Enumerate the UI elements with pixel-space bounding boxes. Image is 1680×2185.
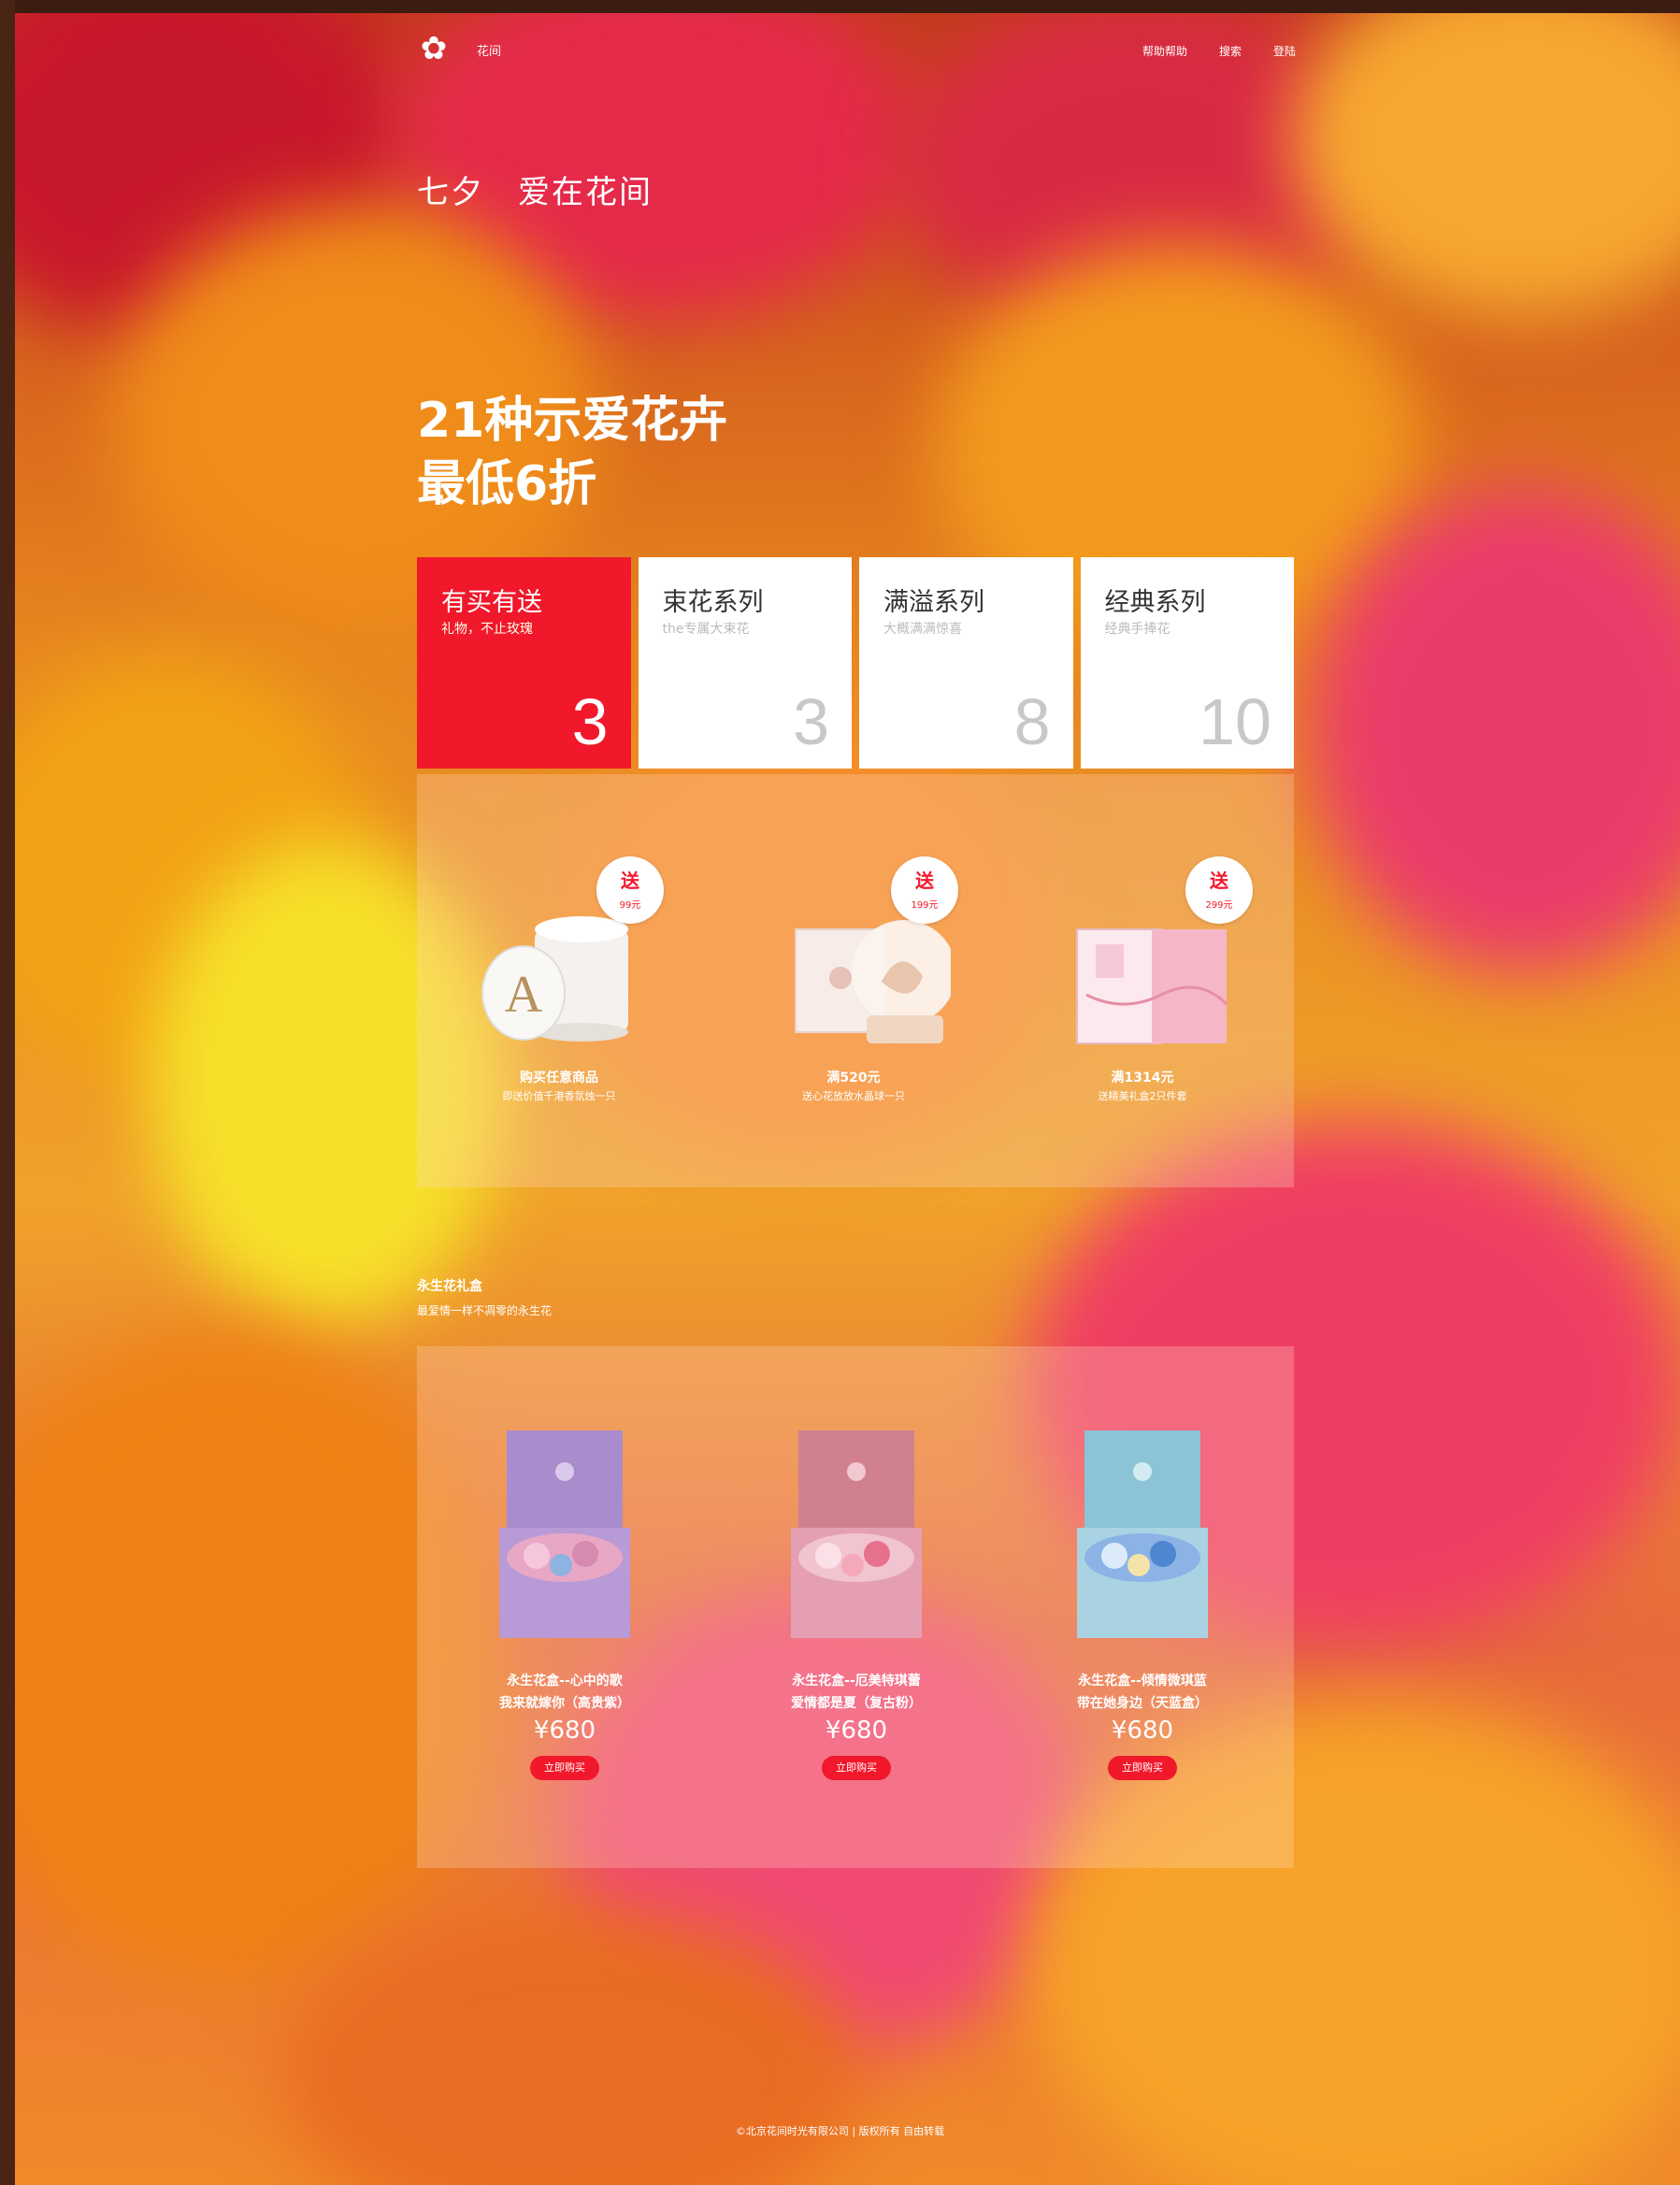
tab-title: 满溢系列 — [883, 588, 984, 617]
nav-help-link[interactable]: 帮助帮助 — [1142, 43, 1187, 59]
top-nav: 帮助帮助 搜索 登陆 — [1142, 43, 1296, 59]
tab-desc: 礼物，不止玫瑰 — [441, 622, 533, 637]
gift-item[interactable]: 送 299元 满1314元 送精美礼盒2只件套 — [1021, 851, 1264, 1150]
tab-count: 8 — [1013, 685, 1051, 758]
product-name: 永生花盒--厄美特琪蕾 爱情都是夏（复古粉） — [725, 1670, 987, 1715]
product-name: 永生花盒--倾情微琪蓝 带在她身边（天蓝盒） — [1012, 1670, 1273, 1715]
badge-label: 送 — [915, 870, 934, 892]
badge-label: 送 — [1210, 870, 1228, 892]
tab-desc: 经典手捧花 — [1104, 622, 1170, 637]
tab-title: 经典系列 — [1104, 588, 1206, 617]
blue-flower-box-image — [1077, 1430, 1208, 1638]
tab-classic-series[interactable]: 经典系列 经典手捧花 10 — [1080, 557, 1294, 769]
brand-name[interactable]: 花间 — [477, 41, 501, 59]
tab-overflow-series[interactable]: 满溢系列 大概满满惊喜 8 — [859, 557, 1073, 769]
gift-panel: A 送 99元 购买任意商品 即送价值千港香氛烛一只 送 199元 满520元 … — [417, 774, 1294, 1187]
badge-price: 199元 — [911, 900, 939, 911]
tab-count: 10 — [1199, 685, 1271, 758]
tab-desc: the专属大束花 — [662, 622, 750, 637]
tab-title: 有买有送 — [441, 588, 542, 617]
product-name-line-2: 爱情都是夏（复古粉） — [791, 1696, 922, 1711]
product-price: ¥680 — [825, 1717, 888, 1745]
badge-price: 99元 — [619, 900, 641, 911]
product-card[interactable]: 永生花盒--倾情微琪蓝 带在她身边（天蓝盒） ¥680 立即购买 — [1012, 1425, 1273, 1799]
eternal-flower-panel: 永生花盒--心中的歌 我来就嫁你（高贵紫） ¥680 立即购买 永生花盒--厄美… — [417, 1346, 1294, 1868]
buy-now-button[interactable]: 立即购买 — [530, 1756, 599, 1780]
product-name-line-1: 永生花盒--心中的歌 — [507, 1674, 623, 1689]
category-tabs: 有买有送 礼物，不止玫瑰 3 束花系列 the专属大束花 3 满溢系列 大概满满… — [417, 557, 1294, 769]
pink-flower-box-image — [791, 1430, 922, 1638]
product-card[interactable]: 永生花盒--心中的歌 我来就嫁你（高贵紫） ¥680 立即购买 — [434, 1425, 696, 1799]
section-title: 永生花礼盒 — [417, 1279, 482, 1294]
nav-login-link[interactable]: 登陆 — [1273, 43, 1296, 59]
product-price: ¥680 — [533, 1717, 596, 1745]
product-name-line-2: 带在她身边（天蓝盒） — [1077, 1696, 1208, 1711]
site-header: ✿ 花间 帮助帮助 搜索 登陆 — [417, 28, 1296, 79]
purple-flower-box-image — [499, 1430, 630, 1638]
tab-buy-gift[interactable]: 有买有送 礼物，不止玫瑰 3 — [417, 557, 631, 769]
product-card[interactable]: 永生花盒--厄美特琪蕾 爱情都是夏（复古粉） ¥680 立即购买 — [725, 1425, 987, 1799]
product-name-line-1: 永生花盒--倾情微琪蓝 — [1078, 1674, 1207, 1689]
gift-box-icon — [1076, 928, 1228, 1044]
buy-now-button[interactable]: 立即购买 — [1108, 1756, 1177, 1780]
gift-badge: 送 99元 — [596, 856, 664, 924]
tab-count: 3 — [793, 685, 829, 758]
gift-badge: 送 199元 — [891, 856, 958, 924]
tab-bouquet-series[interactable]: 束花系列 the专属大束花 3 — [638, 557, 852, 769]
headline-line-1: 21种示爱花卉 — [417, 393, 728, 449]
section-subtitle: 最爱情一样不凋零的永生花 — [417, 1304, 553, 1317]
product-name-line-2: 我来就嫁你（高贵紫） — [499, 1696, 630, 1711]
nav-search-link[interactable]: 搜索 — [1219, 43, 1242, 59]
window-frame-left — [0, 0, 15, 2185]
gift-name: 满1314元 — [1111, 1071, 1174, 1085]
flower-logo-icon[interactable]: ✿ — [417, 32, 451, 65]
gift-desc: 送心花放放水晶球一只 — [802, 1090, 905, 1102]
gift-name: 购买任意商品 — [520, 1071, 598, 1085]
hero-headline: 21种示爱花卉 最低6折 — [417, 389, 727, 516]
gift-badge: 送 299元 — [1185, 856, 1253, 924]
tab-title: 束花系列 — [662, 588, 764, 617]
gift-desc: 即送价值千港香氛烛一只 — [502, 1090, 616, 1102]
product-name: 永生花盒--心中的歌 我来就嫁你（高贵紫） — [434, 1670, 696, 1715]
gift-name: 满520元 — [826, 1071, 881, 1085]
tab-count: 3 — [571, 685, 609, 758]
badge-label: 送 — [621, 870, 639, 892]
footer-copyright: ©北京花间时光有限公司 | 版权所有 自由转载 — [735, 2125, 945, 2137]
gift-desc: 送精美礼盒2只件套 — [1098, 1090, 1187, 1102]
headline-line-2: 最低6折 — [417, 456, 597, 512]
badge-price: 299元 — [1205, 900, 1233, 911]
gift-item[interactable]: A 送 99元 购买任意商品 即送价值千港香氛烛一只 — [438, 851, 681, 1150]
svg-text:A: A — [505, 966, 543, 1024]
hero-subtitle: 七夕 爱在花间 — [417, 174, 653, 211]
window-frame-top — [0, 0, 1680, 13]
tab-desc: 大概满满惊喜 — [883, 622, 962, 637]
product-name-line-1: 永生花盒--厄美特琪蕾 — [792, 1674, 921, 1689]
gift-item[interactable]: 送 199元 满520元 送心花放放水晶球一只 — [732, 851, 975, 1150]
product-price: ¥680 — [1111, 1717, 1174, 1745]
buy-now-button[interactable]: 立即购买 — [822, 1756, 891, 1780]
